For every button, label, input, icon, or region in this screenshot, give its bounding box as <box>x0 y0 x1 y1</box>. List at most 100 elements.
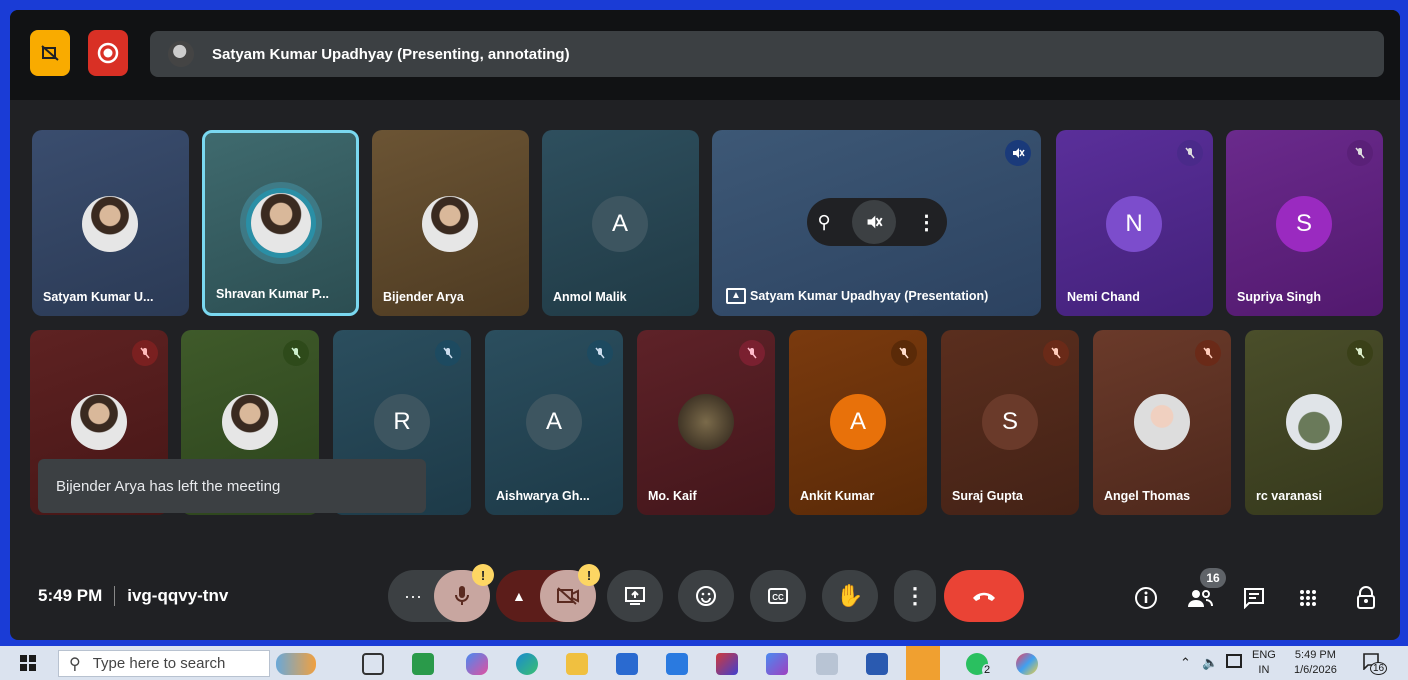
recording-button[interactable] <box>88 30 128 76</box>
participant-name: Anmol Malik <box>553 290 627 304</box>
participant-tile[interactable]: Angel Thomas <box>1093 330 1231 515</box>
paint-icon[interactable] <box>1016 653 1038 675</box>
taskbar-search[interactable]: ⚲ Type here to search <box>58 650 270 677</box>
file-explorer-icon[interactable] <box>566 653 588 675</box>
system-clock[interactable]: 5:49 PM 1/6/2026 <box>1294 648 1337 678</box>
tile-hover-controls: ⚲ ⋮ <box>807 198 947 246</box>
participant-avatar <box>1134 394 1190 450</box>
mic-muted-icon <box>283 340 309 366</box>
meeting-time: 5:49 PM <box>38 586 103 605</box>
people-count-badge: 16 <box>1200 568 1226 588</box>
participant-tile[interactable]: Mo. Kaif <box>637 330 775 515</box>
pin-icon[interactable]: ⚲ <box>817 212 830 233</box>
participant-name: Ankit Kumar <box>800 489 875 503</box>
news-widget-icon[interactable] <box>276 653 316 675</box>
meeting-details-button[interactable] <box>1130 582 1162 614</box>
leave-call-button[interactable] <box>944 570 1024 622</box>
participant-name: Supriya Singh <box>1237 290 1322 304</box>
mic-muted-icon <box>1043 340 1069 366</box>
more-options-icon[interactable]: ⋮ <box>917 210 937 235</box>
participant-tile[interactable]: A Ankit Kumar <box>789 330 927 515</box>
present-icon <box>625 587 645 605</box>
tray-chevron-icon[interactable]: ⌃ <box>1180 655 1191 671</box>
presenter-banner[interactable]: Satyam Kumar Upadhyay (Presenting, annot… <box>150 31 1384 77</box>
network-icon[interactable] <box>1226 654 1242 668</box>
participant-name: Angel Thomas <box>1104 489 1191 503</box>
participant-tile[interactable]: S Suraj Gupta <box>941 330 1079 515</box>
participant-tile[interactable]: Bijender Arya <box>372 130 529 316</box>
camera-off-indicator[interactable] <box>30 30 70 76</box>
edge-icon[interactable] <box>516 653 538 675</box>
raise-hand-button[interactable]: ✋ <box>822 570 878 622</box>
mic-muted-icon <box>1177 140 1203 166</box>
m365-icon[interactable] <box>766 653 788 675</box>
photos-icon[interactable] <box>906 646 940 680</box>
emoji-icon <box>696 586 716 606</box>
presentation-tile[interactable]: ⚲ ⋮ ▲ Satyam Kumar Upadhyay (Presentatio… <box>712 130 1041 316</box>
participant-tile[interactable]: A Anmol Malik <box>542 130 699 316</box>
task-view-icon[interactable] <box>362 653 384 675</box>
participant-tile[interactable]: N Nemi Chand <box>1056 130 1213 316</box>
participant-avatar: A <box>592 196 648 252</box>
participant-avatar: A <box>526 394 582 450</box>
participant-name: Aishwarya Gh... <box>496 489 590 503</box>
copilot-icon[interactable] <box>466 653 488 675</box>
mic-muted-icon <box>739 340 765 366</box>
more-options-button[interactable]: ⋮ <box>894 570 936 622</box>
participant-tile[interactable]: Satyam Kumar U... <box>32 130 189 316</box>
snipping-tool-icon[interactable] <box>816 653 838 675</box>
call-end-icon <box>973 592 995 601</box>
svg-text:CC: CC <box>772 593 784 602</box>
tray-date: 1/6/2026 <box>1294 664 1337 676</box>
info-icon <box>1135 587 1157 609</box>
search-icon: ⚲ <box>69 655 81 673</box>
mic-muted-icon <box>132 340 158 366</box>
mic-muted-icon <box>891 340 917 366</box>
camera-off-icon <box>41 45 59 61</box>
participant-tile[interactable]: A Aishwarya Gh... <box>485 330 623 515</box>
presenter-avatar <box>168 41 194 67</box>
present-screen-button[interactable] <box>607 570 663 622</box>
mute-toggle-icon[interactable] <box>851 200 896 244</box>
participant-avatar <box>678 394 734 450</box>
word-icon[interactable] <box>866 653 888 675</box>
camera-warning-badge: ! <box>578 564 600 586</box>
host-controls-button[interactable] <box>1350 582 1382 614</box>
windows-start-button[interactable] <box>20 655 36 676</box>
app-icon[interactable] <box>716 653 738 675</box>
captions-button[interactable]: CC <box>750 570 806 622</box>
participant-tile-active-speaker[interactable]: Shravan Kumar P... <box>202 130 359 316</box>
chat-button[interactable] <box>1238 582 1270 614</box>
mic-icon <box>455 586 469 605</box>
more-vert-icon: ⋮ <box>904 583 926 608</box>
participant-name: Bijender Arya <box>383 290 464 304</box>
participant-name: Suraj Gupta <box>952 489 1023 503</box>
participant-name: Nemi Chand <box>1067 290 1140 304</box>
store-icon[interactable] <box>616 653 638 675</box>
mic-muted-icon <box>1195 340 1221 366</box>
participant-name: rc varanasi <box>1256 489 1323 503</box>
participant-avatar <box>71 394 127 450</box>
present-icon: ▲ <box>726 288 746 304</box>
mic-warning-badge: ! <box>472 564 494 586</box>
lang-line2: IN <box>1258 664 1270 676</box>
reactions-button[interactable] <box>678 570 734 622</box>
notification-center-button[interactable]: 16 <box>1362 652 1388 675</box>
mic-muted-icon <box>1347 340 1373 366</box>
participant-name: Shravan Kumar P... <box>216 287 330 301</box>
presentation-label: Satyam Kumar Upadhyay (Presentation) <box>750 289 989 303</box>
volume-icon[interactable]: 🔈 <box>1202 655 1218 671</box>
tray-time: 5:49 PM <box>1294 649 1336 661</box>
participant-avatar: A <box>830 394 886 450</box>
windows-taskbar: ⚲ Type here to search 2 ⌃ 🔈 ENG IN 5:49 … <box>0 646 1408 680</box>
lang-line1: ENG <box>1252 649 1276 661</box>
participant-avatar: S <box>1276 196 1332 252</box>
excel-icon[interactable] <box>412 653 434 675</box>
outlook-icon[interactable] <box>666 653 688 675</box>
language-indicator[interactable]: ENG IN <box>1252 648 1276 678</box>
participant-tile[interactable]: S Supriya Singh <box>1226 130 1383 316</box>
activities-button[interactable] <box>1292 582 1324 614</box>
participant-tile[interactable]: rc varanasi <box>1245 330 1383 515</box>
people-icon <box>1188 590 1213 607</box>
presentation-name: ▲ Satyam Kumar Upadhyay (Presentation) <box>726 288 988 304</box>
